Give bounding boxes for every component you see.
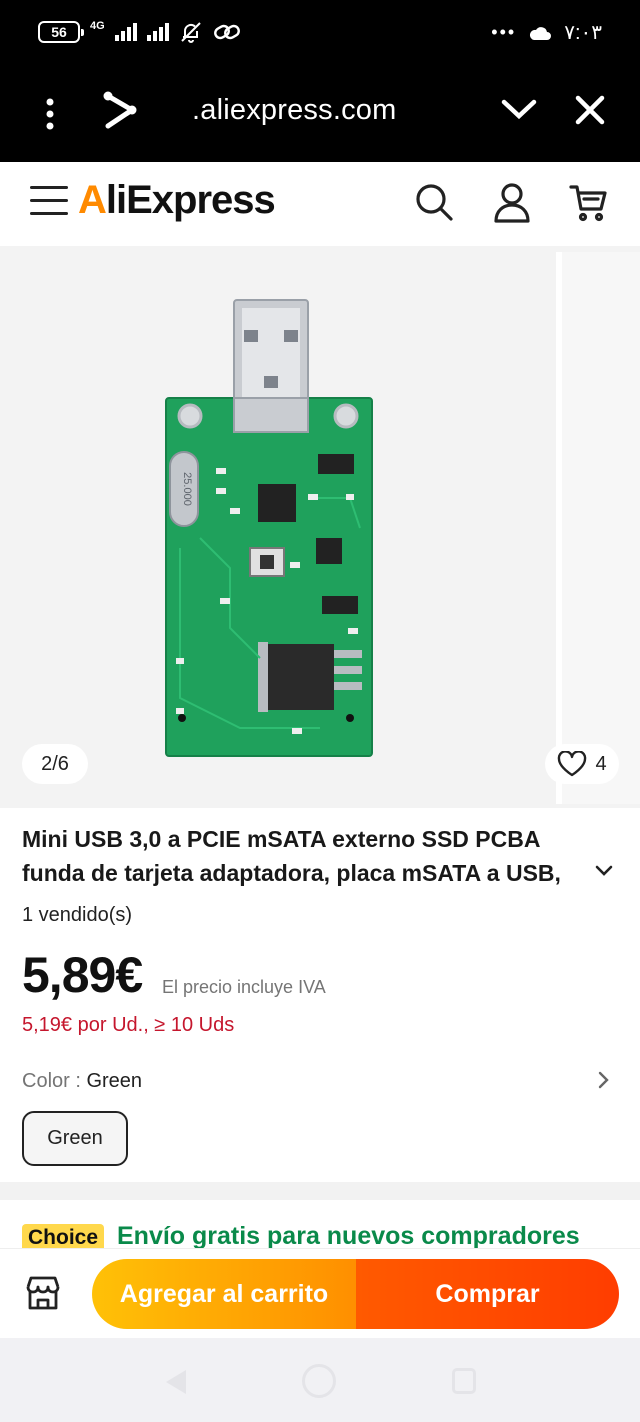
battery-icon: 56 (38, 21, 84, 43)
choice-badge: Choice (22, 1224, 105, 1248)
home-icon[interactable] (302, 1364, 336, 1398)
cart-icon[interactable] (568, 182, 610, 224)
clock: ٧:٠٣ (564, 22, 602, 44)
battery-level: 56 (51, 24, 67, 40)
favorites-count: 4 (595, 752, 607, 775)
choice-shipping-banner[interactable]: Choice Envío gratis para nuevos comprado… (0, 1200, 640, 1248)
color-label: Color : (22, 1070, 87, 1092)
status-bar: 56 4G ••• ٧:٠٣ (0, 0, 640, 68)
sold-count: 1 vendido(s) (22, 904, 133, 926)
color-option-green[interactable]: Green (22, 1111, 128, 1166)
system-nav-bar (0, 1338, 640, 1422)
color-selector-row[interactable]: Color : Green (22, 1070, 142, 1093)
aliexpress-logo[interactable]: AliExpress (78, 178, 276, 223)
user-icon[interactable] (492, 182, 532, 224)
chevron-right-icon[interactable] (596, 1070, 612, 1090)
pcb-illustration: 25.000 (165, 299, 373, 757)
app-header: AliExpress (0, 162, 640, 246)
choice-shipping-text: Envío gratis para nuevos compradores (117, 1222, 580, 1248)
image-counter: 2/6 (22, 744, 88, 784)
bulk-price: 5,19€ por Ud., ≥ 10 Uds (22, 1014, 235, 1036)
search-icon[interactable] (414, 182, 454, 222)
status-left: 56 4G (38, 20, 241, 44)
recent-apps-icon[interactable] (452, 1368, 476, 1394)
action-bar: Agregar al carrito Comprar (0, 1248, 640, 1338)
status-right: ••• ٧:٠٣ (491, 20, 602, 45)
add-to-cart-button[interactable]: Agregar al carrito (92, 1259, 356, 1329)
product-image: 25.000 (160, 298, 376, 765)
product-gallery[interactable]: 25.000 2/6 4 (0, 246, 640, 808)
signal-icon (114, 23, 137, 41)
color-value: Green (86, 1070, 143, 1092)
price: 5,89€ (22, 947, 143, 1003)
hamburger-icon[interactable] (30, 186, 68, 220)
share-icon[interactable] (100, 90, 140, 134)
browser-bar: .aliexpress.com (0, 68, 640, 162)
signal-icon (146, 23, 169, 41)
close-icon[interactable] (574, 94, 606, 126)
chevron-down-icon[interactable] (594, 864, 614, 878)
network-type: 4G (90, 20, 105, 32)
heart-icon (558, 751, 587, 777)
menu-dots-icon[interactable] (38, 96, 62, 132)
logo-text: liExpress (105, 178, 276, 222)
url-field[interactable]: .aliexpress.com (192, 94, 396, 127)
next-image-peek[interactable] (562, 252, 640, 804)
product-title: Mini USB 3,0 a PCIE mSATA externo SSD PC… (22, 826, 561, 886)
section-separator (0, 1182, 640, 1200)
store-icon[interactable] (24, 1275, 62, 1311)
vat-note: El precio incluye IVA (162, 977, 326, 997)
wishlist-button[interactable]: 4 (545, 744, 619, 784)
cloud-icon (530, 26, 552, 40)
crystal-label: 25.000 (181, 472, 193, 506)
link-icon (213, 24, 240, 40)
buy-now-button[interactable]: Comprar (356, 1259, 619, 1329)
mute-bell-icon (180, 22, 201, 43)
logo-prefix: A (78, 178, 107, 222)
more-dots-icon: ••• (491, 22, 517, 42)
back-icon[interactable] (162, 1368, 188, 1396)
chevron-down-icon[interactable] (500, 96, 538, 122)
